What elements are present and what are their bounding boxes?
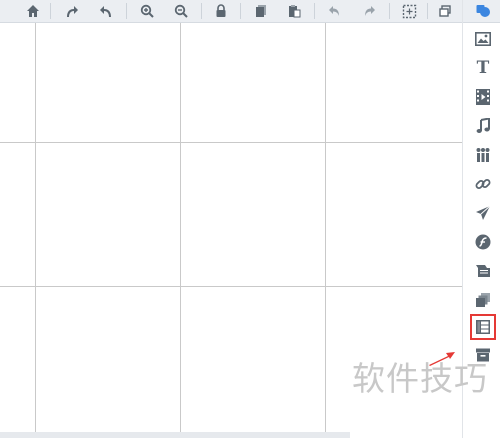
redo-curve-button[interactable]: [63, 2, 81, 20]
grid-line-horizontal: [0, 286, 462, 287]
grid-line-vertical: [180, 23, 181, 438]
people-icon: [476, 148, 490, 162]
music-icon: [476, 118, 490, 133]
window-restore-button[interactable]: [436, 2, 454, 20]
watermark-text: 软件技巧: [352, 359, 488, 398]
sidebar-item-layers[interactable]: [472, 289, 494, 311]
sidebar-item-link[interactable]: [472, 173, 494, 195]
link-icon: [475, 179, 491, 189]
layout-icon: [476, 320, 490, 334]
grid-line-vertical: [325, 23, 326, 438]
toolbar-separator: [126, 3, 127, 19]
sidebar-item-layout[interactable]: [470, 314, 496, 340]
toolbar-separator: [389, 3, 390, 19]
sidebar-item-shapes[interactable]: [472, 0, 494, 22]
copy-icon: [256, 5, 266, 17]
media-stack-icon: [476, 265, 490, 277]
sidebar-item-plane[interactable]: [472, 202, 494, 224]
sidebar-item-text[interactable]: T: [472, 57, 494, 79]
video-icon: [476, 89, 490, 105]
sidebar-item-people[interactable]: [472, 144, 494, 166]
marquee-select-icon: [402, 4, 416, 18]
flash-icon: [475, 234, 491, 250]
top-toolbar: [0, 0, 462, 23]
lock-button[interactable]: [212, 2, 230, 20]
zoom-in-button[interactable]: [138, 2, 156, 20]
zoom-out-icon: [174, 4, 188, 18]
image-icon: [475, 32, 491, 46]
plane-icon: [476, 205, 491, 220]
grid-line-vertical: [35, 23, 36, 438]
sidebar-item-music[interactable]: [472, 115, 494, 137]
curved-arrow-back-icon: [100, 6, 111, 17]
shapes-icon: [476, 5, 490, 17]
lock-icon: [216, 4, 226, 17]
paste-icon: [289, 5, 301, 18]
toolbar-separator: [314, 3, 315, 19]
toolbar-separator: [201, 3, 202, 19]
toolbar-separator: [427, 3, 428, 19]
sidebar-item-flash[interactable]: [472, 231, 494, 253]
redo-icon: [365, 6, 375, 16]
undo-button[interactable]: [326, 2, 344, 20]
sidebar-item-image[interactable]: [472, 28, 494, 50]
sidebar-item-video[interactable]: [472, 86, 494, 108]
layers-icon: [476, 293, 490, 307]
window-restore-icon: [439, 5, 451, 17]
grid-line-horizontal: [0, 142, 462, 143]
select-button[interactable]: [400, 2, 418, 20]
horizontal-scrollbar[interactable]: [0, 432, 350, 438]
toolbar-separator: [50, 3, 51, 19]
undo-icon: [329, 6, 339, 16]
zoom-out-button[interactable]: [172, 2, 190, 20]
paste-button[interactable]: [285, 2, 303, 20]
home-icon: [27, 5, 39, 17]
text-icon: T: [476, 57, 490, 78]
undo-curve-button[interactable]: [97, 2, 115, 20]
redo-button[interactable]: [360, 2, 378, 20]
toolbar-separator: [240, 3, 241, 19]
copy-button[interactable]: [252, 2, 270, 20]
curved-arrow-up-icon: [67, 6, 78, 17]
home-button[interactable]: [24, 2, 42, 20]
zoom-in-icon: [140, 4, 154, 18]
sidebar-item-media-stack[interactable]: [472, 260, 494, 282]
